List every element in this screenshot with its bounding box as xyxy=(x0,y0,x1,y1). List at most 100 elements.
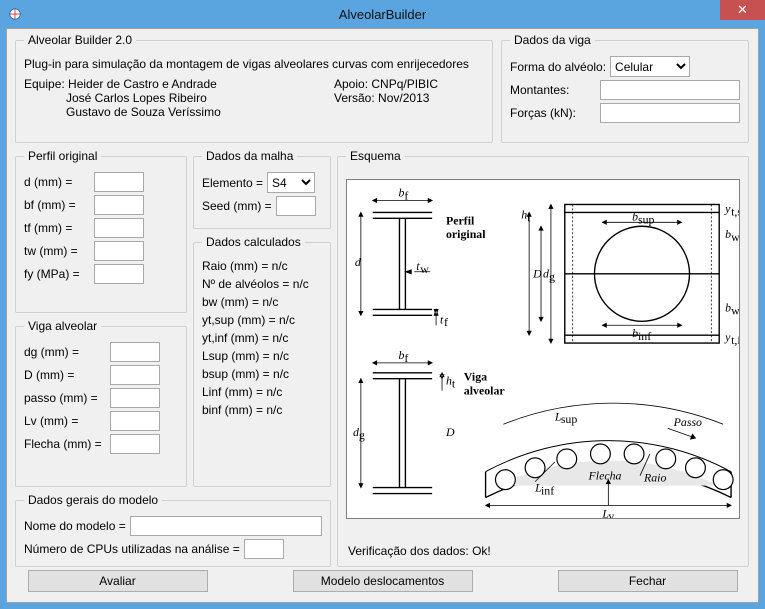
svg-text:inf: inf xyxy=(638,329,651,343)
svg-text:f: f xyxy=(404,189,408,203)
dados-viga-group: Dados da viga Forma do alvéolo: Celular … xyxy=(501,33,749,143)
equipe-2: José Carlos Lopes Ribeiro xyxy=(24,91,334,105)
svg-text:Viga: Viga xyxy=(464,370,487,384)
svg-text:D: D xyxy=(445,425,455,439)
svg-text:w: w xyxy=(731,303,739,317)
svg-text:Flecha: Flecha xyxy=(588,469,622,483)
about-group: Alveolar Builder 2.0 Plug-in para simula… xyxy=(15,33,493,143)
perfil-original-group: Perfil original d (mm) = bf (mm) = tf (m… xyxy=(15,149,187,313)
svg-text:y: y xyxy=(724,330,731,344)
calc-ytsup: yt,sup (mm) = n/c xyxy=(202,313,322,327)
calc-raio: Raio (mm) = n/c xyxy=(202,259,322,273)
about-legend: Alveolar Builder 2.0 xyxy=(24,33,136,47)
svg-text:g: g xyxy=(549,270,555,284)
apoio-label: Apoio: xyxy=(334,77,368,91)
svg-text:y: y xyxy=(724,201,731,215)
forcas-input[interactable] xyxy=(600,103,740,123)
bf-label: bf (mm) = xyxy=(24,198,90,212)
modelo-button[interactable]: Modelo deslocamentos xyxy=(293,570,473,592)
nome-input[interactable] xyxy=(130,516,322,536)
dados-malha-legend: Dados da malha xyxy=(202,149,297,163)
esquema-group: Esquema xyxy=(337,149,749,567)
avaliar-button[interactable]: Avaliar xyxy=(28,570,208,592)
Lv-input[interactable] xyxy=(110,411,160,431)
calc-lsup: Lsup (mm) = n/c xyxy=(202,349,322,363)
seed-label: Seed (mm) = xyxy=(202,199,272,213)
close-button[interactable]: ✕ xyxy=(720,0,765,20)
calc-bw: bw (mm) = n/c xyxy=(202,295,322,309)
forma-select[interactable]: Celular xyxy=(610,56,690,77)
dados-calculados-legend: Dados calculados xyxy=(202,235,305,249)
titlebar: AlveolarBuilder ✕ xyxy=(0,0,765,28)
perfil-original-legend: Perfil original xyxy=(24,149,101,163)
calc-ytinf: yt,inf (mm) = n/c xyxy=(202,331,322,345)
apoio-value: CNPq/PIBIC xyxy=(371,77,438,91)
forcas-label: Forças (kN): xyxy=(510,106,596,120)
calc-binf: binf (mm) = n/c xyxy=(202,403,322,417)
dg-input[interactable] xyxy=(110,342,160,362)
passo-input[interactable] xyxy=(110,388,160,408)
Dmm-label: D (mm) = xyxy=(24,368,106,382)
bf-input[interactable] xyxy=(94,195,144,215)
svg-text:w: w xyxy=(731,230,739,244)
svg-text:sup: sup xyxy=(638,212,655,226)
dados-gerais-group: Dados gerais do modelo Nome do modelo = … xyxy=(15,493,331,567)
flecha-input[interactable] xyxy=(110,434,160,454)
svg-text:v: v xyxy=(608,509,614,518)
svg-text:Passo: Passo xyxy=(673,415,702,429)
montantes-label: Montantes: xyxy=(510,83,596,97)
passo-label: passo (mm) = xyxy=(24,391,106,405)
app-window: AlveolarBuilder ✕ Alveolar Builder 2.0 P… xyxy=(0,0,765,609)
calc-linf: Linf (mm) = n/c xyxy=(202,385,322,399)
esquema-diagram: bf d tw tf Perfil original xyxy=(346,179,740,519)
fechar-button[interactable]: Fechar xyxy=(558,570,738,592)
elemento-label: Elemento = xyxy=(202,176,263,190)
viga-alveolar-legend: Viga alveolar xyxy=(24,319,101,333)
tw-input[interactable] xyxy=(94,241,144,261)
button-bar: Avaliar Modelo deslocamentos Fechar xyxy=(15,570,750,594)
tw-label: tw (mm) = xyxy=(24,244,90,258)
svg-text:alveolar: alveolar xyxy=(464,384,506,398)
equipe-label: Equipe: xyxy=(24,77,65,91)
svg-text:f: f xyxy=(404,351,408,365)
d-input[interactable] xyxy=(94,172,144,192)
app-icon xyxy=(8,7,22,21)
about-desc: Plug-in para simulação da montagem de vi… xyxy=(24,57,484,71)
calc-bsup: bsup (mm) = n/c xyxy=(202,367,322,381)
tf-input[interactable] xyxy=(94,218,144,238)
montantes-input[interactable] xyxy=(600,80,740,100)
Lv-label: Lv (mm) = xyxy=(24,414,106,428)
svg-text:t: t xyxy=(527,210,531,224)
cpus-input[interactable] xyxy=(244,539,284,559)
elemento-select[interactable]: S4 xyxy=(267,172,315,193)
dados-viga-legend: Dados da viga xyxy=(510,33,595,47)
dg-label: dg (mm) = xyxy=(24,345,106,359)
fy-input[interactable] xyxy=(94,264,144,284)
flecha-label: Flecha (mm) = xyxy=(24,437,106,451)
fy-label: fy (MPa) = xyxy=(24,267,90,281)
esquema-legend: Esquema xyxy=(346,149,405,163)
calc-nalv: Nº de alvéolos = n/c xyxy=(202,277,322,291)
svg-text:t,inf: t,inf xyxy=(731,333,739,347)
versao-label: Versão: xyxy=(334,91,375,105)
dados-gerais-legend: Dados gerais do modelo xyxy=(24,493,162,507)
client-area: Alveolar Builder 2.0 Plug-in para simula… xyxy=(6,28,759,603)
seed-input[interactable] xyxy=(276,196,316,216)
svg-text:d: d xyxy=(355,255,361,269)
Dmm-input[interactable] xyxy=(110,365,160,385)
svg-text:w: w xyxy=(420,262,429,276)
viga-alveolar-group: Viga alveolar dg (mm) = D (mm) = passo (… xyxy=(15,319,187,487)
svg-text:sup: sup xyxy=(561,412,578,426)
d-label: d (mm) = xyxy=(24,175,90,189)
equipe-1: Heider de Castro e Andrade xyxy=(68,77,217,91)
dados-malha-group: Dados da malha Elemento = S4 Seed (mm) = xyxy=(193,149,331,229)
svg-text:D: D xyxy=(532,267,542,281)
dados-calculados-group: Dados calculados Raio (mm) = n/c Nº de a… xyxy=(193,235,331,487)
svg-text:inf: inf xyxy=(541,484,554,498)
versao-value: Nov/2013 xyxy=(378,91,429,105)
forma-label: Forma do alvéolo: xyxy=(510,60,606,74)
svg-text:t: t xyxy=(452,377,456,391)
equipe-3: Gustavo de Souza Veríssimo xyxy=(24,105,334,119)
window-title: AlveolarBuilder xyxy=(339,7,426,22)
svg-text:f: f xyxy=(444,315,448,329)
